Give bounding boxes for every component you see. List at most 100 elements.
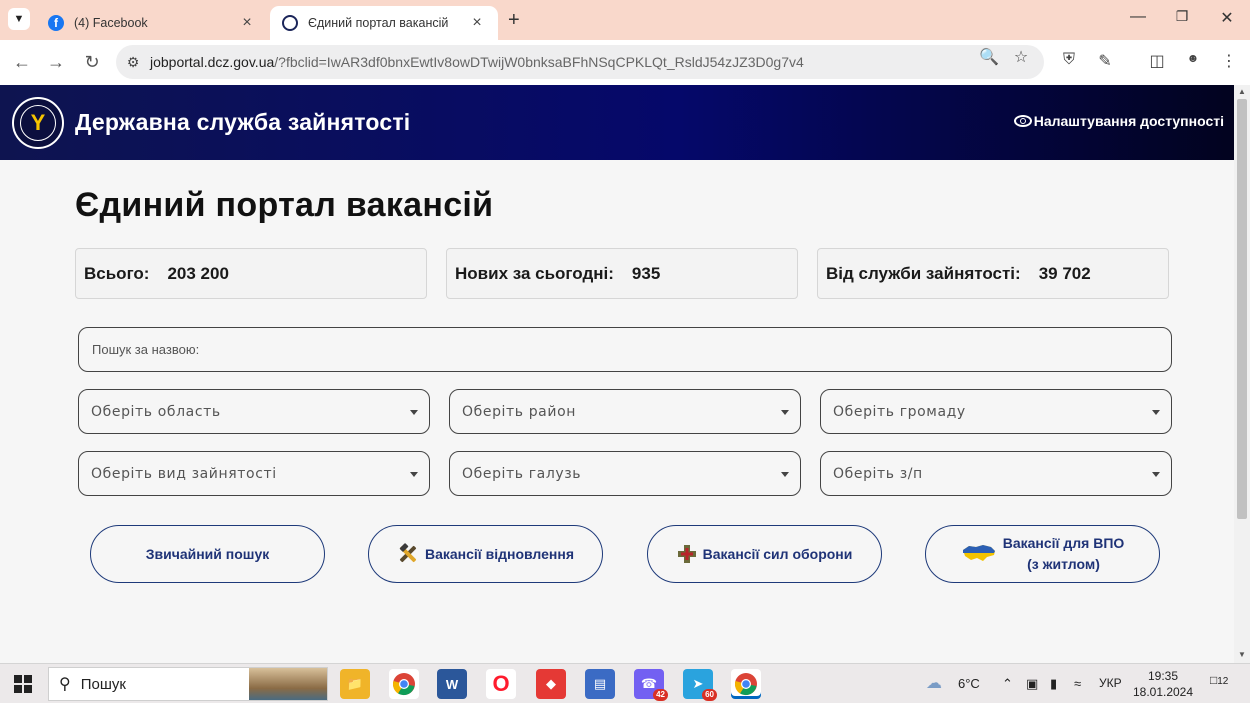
button-label-line1: Вакансії для ВПО xyxy=(1002,535,1125,551)
notification-count: 12 xyxy=(1217,676,1229,687)
tab-search-button[interactable]: ▼ xyxy=(8,8,30,30)
search-box xyxy=(78,327,1172,372)
region-select[interactable]: Оберіть область xyxy=(78,389,430,434)
district-select[interactable]: Оберіть район xyxy=(449,389,801,434)
clock-date: 18.01.2024 xyxy=(1132,685,1194,699)
file-explorer-icon[interactable]: 📁 xyxy=(340,669,370,699)
address-bar[interactable]: ⚙ jobportal.dcz.gov.ua/?fbclid=IwAR3df0b… xyxy=(116,45,1044,79)
system-clock[interactable]: 19:35 18.01.2024 xyxy=(1128,668,1198,700)
accessibility-label: Налаштування доступності xyxy=(1033,113,1224,129)
tab-facebook[interactable]: f (4) Facebook × xyxy=(36,6,268,40)
browser-menu-icon[interactable]: ⋮ xyxy=(1218,51,1240,71)
tools-icon xyxy=(397,543,419,565)
button-label: Звичайний пошук xyxy=(145,545,270,562)
community-select[interactable]: Оберіть громаду xyxy=(820,389,1172,434)
word-icon[interactable]: W xyxy=(437,669,467,699)
anydesk-icon[interactable]: ◆ xyxy=(536,669,566,699)
tab-job-portal[interactable]: Єдиний портал вакансій × xyxy=(270,6,498,40)
select-value: Оберіть галузь xyxy=(462,465,582,482)
close-window-button[interactable]: ✕ xyxy=(1215,8,1239,28)
trident-icon: Y xyxy=(20,105,56,141)
regular-search-button[interactable]: Звичайний пошук xyxy=(90,525,325,583)
minimize-button[interactable]: — xyxy=(1126,8,1150,26)
search-highlight-image xyxy=(249,668,327,700)
stat-new-today: Нових за сьогодні: 935 xyxy=(446,248,798,299)
stat-label: Від служби зайнятості: xyxy=(826,263,1021,283)
taskbar-search[interactable]: ⚲ Пошук xyxy=(48,667,328,701)
windows-start-button[interactable] xyxy=(14,675,32,693)
industry-select[interactable]: Оберіть галузь xyxy=(449,451,801,496)
clock-time: 19:35 xyxy=(1147,669,1179,683)
scrollbar-thumb[interactable] xyxy=(1237,99,1247,519)
telegram-icon[interactable]: ➤ 60 xyxy=(683,669,717,701)
forward-button[interactable]: → xyxy=(44,50,68,74)
scroll-up-icon[interactable]: ▲ xyxy=(1234,87,1250,96)
dsz-logo-icon xyxy=(282,15,298,31)
windows-taskbar: ⚲ Пошук 📁 W O ◆ ▤ ☎ 42 ➤ 60 ☁ 6°C ⌃ ▣ ▮ ≈ … xyxy=(0,663,1250,703)
chrome-active-icon[interactable] xyxy=(731,669,761,699)
weather-cloud-icon[interactable]: ☁ xyxy=(926,673,942,693)
stat-total: Всього: 203 200 xyxy=(75,248,427,299)
translate-extension-icon[interactable]: ☻ xyxy=(1182,51,1204,65)
page-title: Єдиний портал вакансій xyxy=(75,186,494,224)
opera-icon[interactable]: O xyxy=(486,669,516,699)
salary-select[interactable]: Оберіть з/п xyxy=(820,451,1172,496)
weather-temperature[interactable]: 6°C xyxy=(958,676,980,691)
ukraine-map-icon xyxy=(961,543,997,565)
telegram-badge: 60 xyxy=(702,689,717,701)
shield-extension-icon[interactable]: ⛨ xyxy=(1058,51,1080,69)
defense-vacancies-button[interactable]: Вакансії сил оборони xyxy=(647,525,882,583)
meet-icon[interactable]: ▣ xyxy=(1026,676,1038,692)
page-scrollbar[interactable]: ▲ ▼ xyxy=(1234,85,1250,663)
select-value: Оберіть вид зайнятості xyxy=(91,465,277,482)
chrome-icon[interactable] xyxy=(389,669,419,699)
reload-button[interactable]: ↻ xyxy=(80,50,104,74)
search-icon: ⚲ xyxy=(59,676,71,693)
browser-toolbar: ← → ↻ ⚙ jobportal.dcz.gov.ua/?fbclid=IwA… xyxy=(0,40,1250,85)
facebook-icon: f xyxy=(48,15,64,31)
stat-value: 39 702 xyxy=(1038,263,1091,283)
search-by-title-input[interactable] xyxy=(79,328,1171,371)
select-value: Оберіть район xyxy=(462,403,576,420)
restore-button[interactable]: ❐ xyxy=(1170,8,1194,25)
caret-down-icon xyxy=(410,472,418,477)
bookmark-star-icon[interactable]: ☆ xyxy=(1010,47,1032,67)
close-icon[interactable]: × xyxy=(238,14,256,32)
select-value: Оберіть область xyxy=(91,403,221,420)
back-button[interactable]: ← xyxy=(10,50,34,74)
viber-icon[interactable]: ☎ 42 xyxy=(634,669,668,701)
caret-down-icon xyxy=(1152,472,1160,477)
dsz-logo[interactable]: Y xyxy=(12,97,64,149)
accessibility-settings-button[interactable]: Налаштування доступності xyxy=(1013,113,1224,129)
button-label-group: Вакансії для ВПО (з житлом) xyxy=(1003,533,1125,575)
close-icon[interactable]: × xyxy=(468,14,486,32)
wifi-icon[interactable]: ≈ xyxy=(1074,676,1081,691)
idp-vacancies-button[interactable]: Вакансії для ВПО (з житлом) xyxy=(925,525,1160,583)
viber-badge: 42 xyxy=(653,689,668,701)
show-hidden-icons-icon[interactable]: ⌃ xyxy=(1002,676,1013,692)
reconstruction-vacancies-button[interactable]: Вакансії відновлення xyxy=(368,525,603,583)
employment-type-select[interactable]: Оберіть вид зайнятості xyxy=(78,451,430,496)
site-title[interactable]: Державна служба зайнятості xyxy=(75,109,410,136)
eye-icon xyxy=(1013,115,1032,127)
stat-value: 935 xyxy=(631,263,661,283)
url-host: jobportal.dcz.gov.ua xyxy=(150,54,275,70)
stat-from-employment-service: Від служби зайнятості: 39 702 xyxy=(817,248,1169,299)
new-tab-button[interactable]: + xyxy=(508,9,520,32)
url-text: jobportal.dcz.gov.ua/?fbclid=IwAR3df0bnx… xyxy=(150,54,804,70)
caret-down-icon xyxy=(781,472,789,477)
caret-down-icon xyxy=(1152,410,1160,415)
scroll-down-icon[interactable]: ▼ xyxy=(1234,650,1250,659)
zoom-icon[interactable]: 🔍 xyxy=(978,47,1000,67)
stat-label: Всього: xyxy=(84,263,150,283)
stat-label: Нових за сьогодні: xyxy=(455,263,614,283)
language-indicator[interactable]: УКР xyxy=(1099,676,1122,690)
browser-tab-strip: ▼ f (4) Facebook × Єдиний портал вакансі… xyxy=(0,0,1250,40)
battery-icon[interactable]: ▮ xyxy=(1050,676,1057,692)
site-info-icon[interactable]: ⚙ xyxy=(116,54,150,71)
extensions-puzzle-icon[interactable]: ✎ xyxy=(1094,51,1116,71)
notification-center-button[interactable]: □12 xyxy=(1210,673,1228,687)
caret-down-icon xyxy=(781,410,789,415)
save-disk-icon[interactable]: ▤ xyxy=(585,669,615,699)
side-panel-icon[interactable]: ◫ xyxy=(1146,51,1168,71)
